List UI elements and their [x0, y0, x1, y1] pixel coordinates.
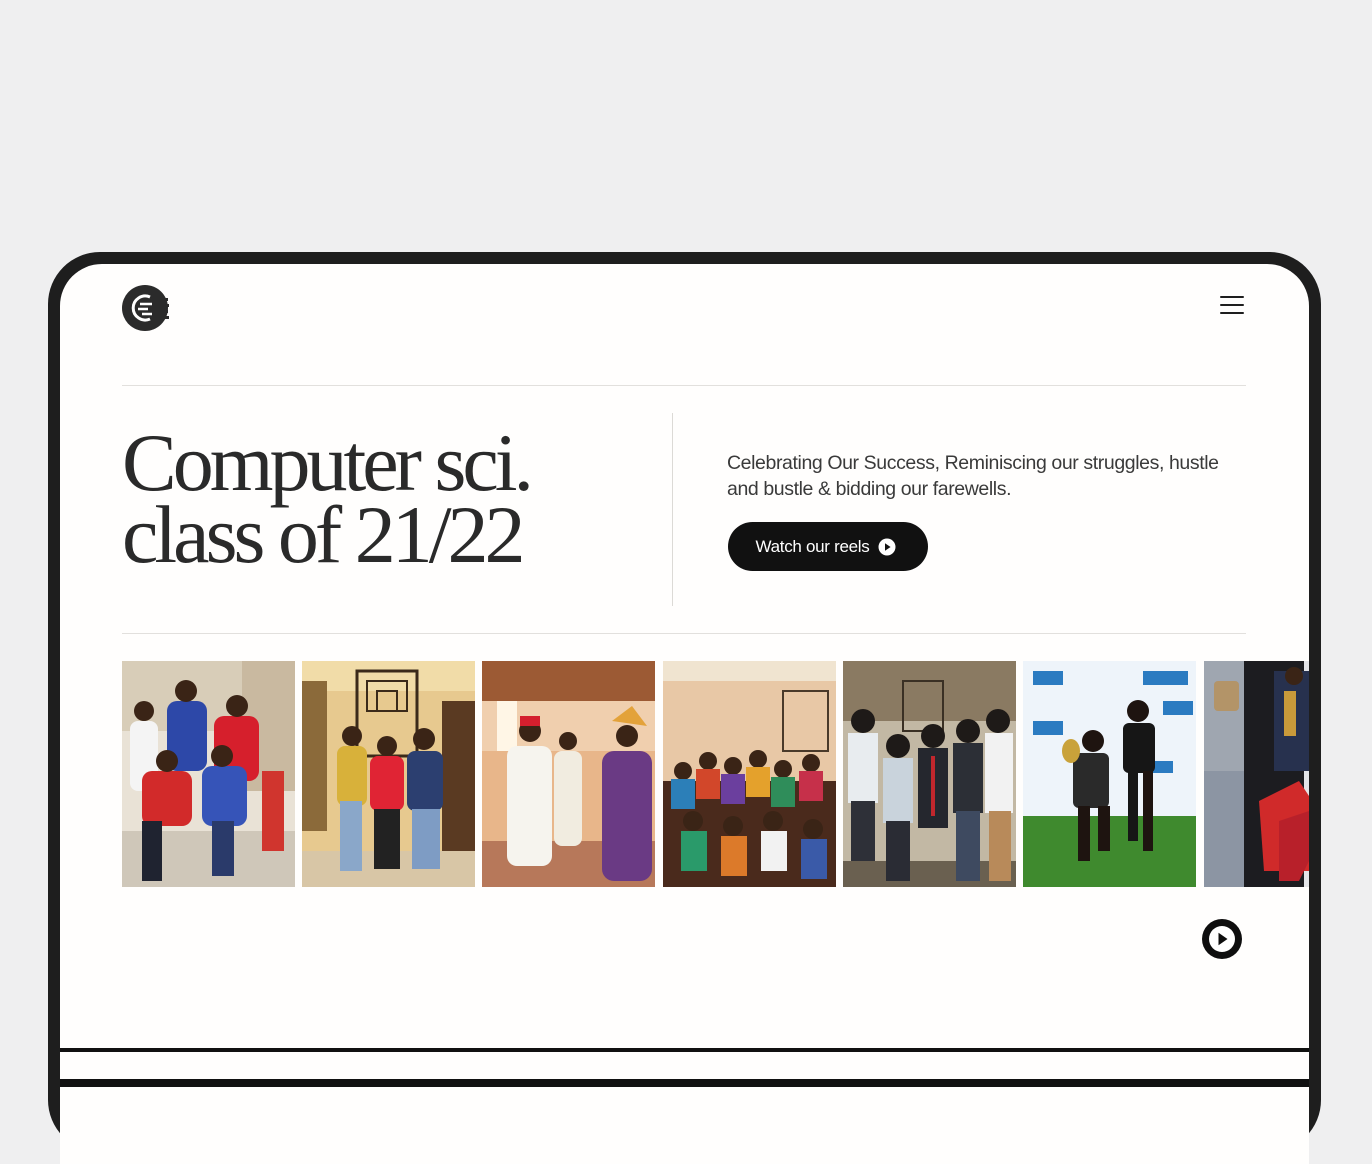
hamburger-menu-icon[interactable] [1220, 296, 1244, 316]
hero-tagline: Celebrating Our Success, Reminiscing our… [727, 452, 1219, 500]
device-screen: Computer sci. class of 21/22 Celebrating… [60, 264, 1309, 1164]
watch-reels-label: Watch our reels [755, 536, 870, 556]
group-jerseys-photo[interactable] [122, 661, 295, 887]
play-circle-icon [878, 538, 896, 555]
watch-reels-button[interactable]: Watch our reels [728, 522, 928, 571]
hallway-friends-photo[interactable] [302, 661, 475, 887]
traditional-attire-photo[interactable] [482, 661, 655, 887]
play-icon [1203, 920, 1241, 958]
hero-vertical-divider [672, 413, 673, 606]
header-divider [122, 385, 1246, 386]
trophy-photo[interactable] [1204, 661, 1309, 887]
man-of-the-match-photo[interactable] [1023, 661, 1196, 887]
logo[interactable] [122, 283, 172, 333]
gallery-play-button[interactable] [1202, 919, 1242, 959]
footer-line-bottom [60, 1079, 1309, 1087]
classroom-group-photo[interactable] [663, 661, 836, 887]
photo-gallery [122, 661, 1309, 887]
footer-line-top [60, 1048, 1309, 1052]
hero-title-line2: class of 21/22 [122, 489, 525, 580]
device-frame: Computer sci. class of 21/22 Celebrating… [48, 252, 1321, 1164]
cs-class-logo-icon [122, 285, 169, 331]
gallery-divider [122, 633, 1246, 634]
vintage-costume-photo[interactable] [843, 661, 1016, 887]
hero-title: Computer sci. class of 21/22 [122, 422, 534, 580]
